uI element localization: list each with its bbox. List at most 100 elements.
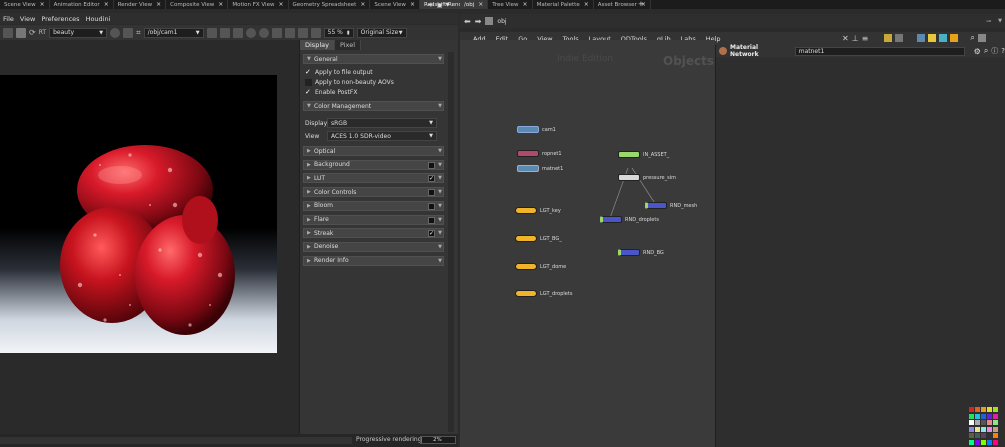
swatch[interactable] — [969, 413, 974, 419]
right-tab-1[interactable]: Tree View × — [488, 0, 533, 9]
swatch[interactable] — [975, 433, 980, 438]
search-icon[interactable]: ⌕ — [984, 46, 988, 56]
pane-menu-icon[interactable]: ▣ — [437, 2, 443, 9]
path-field[interactable]: obj — [497, 18, 506, 25]
render-icon[interactable] — [3, 27, 13, 38]
swatch[interactable] — [969, 439, 974, 445]
node-rnd-mesh[interactable]: RND_mesh — [645, 202, 697, 209]
swatch[interactable] — [975, 426, 980, 432]
left-tab-0[interactable]: Scene View × — [0, 0, 50, 9]
swatch[interactable] — [969, 407, 974, 412]
node-lgt-key[interactable]: LGT_key — [515, 207, 561, 214]
chevron-down-icon[interactable]: ▼ — [998, 18, 1002, 24]
snap-icon[interactable] — [939, 34, 948, 42]
forward-arrow-icon[interactable]: ➡ — [475, 17, 482, 26]
close-icon[interactable]: × — [40, 1, 45, 8]
menu-view[interactable]: View — [17, 15, 38, 23]
zoom-field[interactable]: 55 % ▮ — [323, 27, 354, 38]
left-tab-3[interactable]: Composite View × — [166, 0, 229, 9]
copy-icon[interactable] — [297, 27, 308, 38]
grid-icon[interactable] — [206, 27, 217, 38]
grid-view-icon[interactable] — [895, 34, 904, 42]
material-name-field[interactable]: matnet1 — [794, 46, 965, 56]
swatch[interactable] — [993, 433, 998, 438]
swatch[interactable] — [969, 426, 974, 432]
left-tab-5[interactable]: Geometry Spreadsheet × — [289, 0, 371, 9]
swatch[interactable] — [969, 433, 974, 438]
swatch[interactable] — [981, 413, 986, 419]
swatch[interactable] — [993, 426, 998, 432]
display-select[interactable]: sRGB ▼ — [327, 118, 437, 128]
image-icon[interactable] — [917, 34, 926, 42]
checkbox-empty-icon[interactable] — [428, 202, 435, 210]
close-icon[interactable]: × — [156, 1, 161, 8]
menu-file[interactable]: File — [0, 15, 17, 23]
swatch[interactable] — [981, 407, 986, 412]
section-render-info[interactable]: ▶ Render Info ▼ — [303, 255, 444, 266]
swatch[interactable] — [987, 420, 992, 425]
note-icon[interactable] — [928, 34, 937, 42]
node-lgt-bg[interactable]: LGT_BG_ — [515, 235, 562, 242]
section-streak[interactable]: ▶ Streak ✓ ▼ — [303, 228, 444, 239]
crop-icon[interactable]: ⌗ — [136, 28, 141, 38]
close-icon[interactable]: × — [410, 1, 415, 8]
section-lut[interactable]: ▶ LUT ✓ ▼ — [303, 173, 444, 184]
swatch[interactable] — [969, 420, 974, 425]
snapshot-icon[interactable] — [110, 27, 121, 38]
menu-houdini[interactable]: Houdini — [83, 15, 114, 23]
add-tab-right-icon[interactable]: + — [638, 0, 644, 8]
dots-grid-icon[interactable] — [219, 27, 230, 38]
swatch[interactable] — [975, 420, 980, 425]
swatch[interactable] — [993, 420, 998, 425]
save-icon[interactable] — [310, 27, 321, 38]
swatch[interactable] — [987, 439, 992, 445]
checkbox-empty-icon[interactable] — [305, 79, 312, 86]
right-tab-2[interactable]: Material Palette × — [533, 0, 594, 9]
expand-icon[interactable] — [284, 27, 295, 38]
right-tab-0[interactable]: /obj × — [460, 0, 489, 9]
swatch[interactable] — [993, 413, 998, 419]
checkmark-icon[interactable]: ✓ — [305, 89, 312, 96]
fit-icon[interactable] — [271, 27, 282, 38]
left-tab-1[interactable]: Animation Editor × — [50, 0, 114, 9]
tab-display[interactable]: Display — [300, 40, 335, 50]
close-icon[interactable]: × — [104, 1, 109, 8]
chevron-down-icon[interactable]: ▼ — [446, 2, 450, 8]
checkbox-empty-icon[interactable] — [428, 189, 435, 197]
folder-icon[interactable] — [950, 34, 959, 42]
aov-select[interactable]: beauty ▼ — [49, 27, 108, 38]
checkbox-empty-icon[interactable] — [428, 161, 435, 169]
node-rnd-droplets[interactable]: RND_droplets — [600, 216, 659, 223]
swatch[interactable] — [993, 407, 998, 412]
camera-select[interactable]: /obj/cam1 ▼ — [143, 27, 204, 38]
checkmark-icon[interactable]: ✓ — [428, 230, 435, 238]
node-pressure-sim[interactable]: pressure_sim — [618, 174, 676, 181]
render-viewport[interactable] — [0, 40, 299, 434]
section-general[interactable]: ▼ General ▼ — [303, 54, 444, 64]
swatch[interactable] — [981, 433, 986, 438]
apply-nonbeauty-option[interactable]: Apply to non-beauty AOVs — [305, 79, 394, 86]
close-icon[interactable]: × — [584, 1, 589, 8]
checkbox-empty-icon[interactable] — [428, 216, 435, 224]
view-select[interactable]: ACES 1.0 SDR-video ▼ — [327, 131, 437, 141]
refresh-icon[interactable]: ⟳ — [29, 28, 36, 37]
gear-icon[interactable]: ⚙ — [974, 47, 981, 56]
swatch[interactable] — [981, 439, 986, 445]
size-mode-select[interactable]: Original Size ▼ — [356, 27, 407, 38]
network-editor[interactable]: Indie Edition Objects cam1 ropnet1 matne… — [460, 40, 715, 447]
help-icon[interactable]: ? — [1001, 47, 1005, 55]
checkmark-icon[interactable]: ✓ — [428, 175, 435, 183]
rt-toggle[interactable]: RT — [39, 29, 46, 36]
tab-pixel[interactable]: Pixel — [334, 40, 362, 50]
section-color-controls[interactable]: ▶ Color Controls ▼ — [303, 187, 444, 198]
swatch[interactable] — [987, 433, 992, 438]
swatch[interactable] — [975, 413, 980, 419]
circle-icon[interactable] — [245, 27, 256, 38]
stop-icon[interactable] — [16, 27, 26, 38]
close-icon[interactable]: × — [478, 1, 483, 8]
wrench-icon[interactable]: ✕ — [842, 34, 849, 43]
back-arrow-icon[interactable]: ⬅ — [464, 17, 471, 26]
section-optical[interactable]: ▶ Optical ▼ — [303, 146, 444, 156]
menu-preferences[interactable]: Preferences — [38, 15, 82, 23]
target-icon[interactable] — [258, 27, 269, 38]
